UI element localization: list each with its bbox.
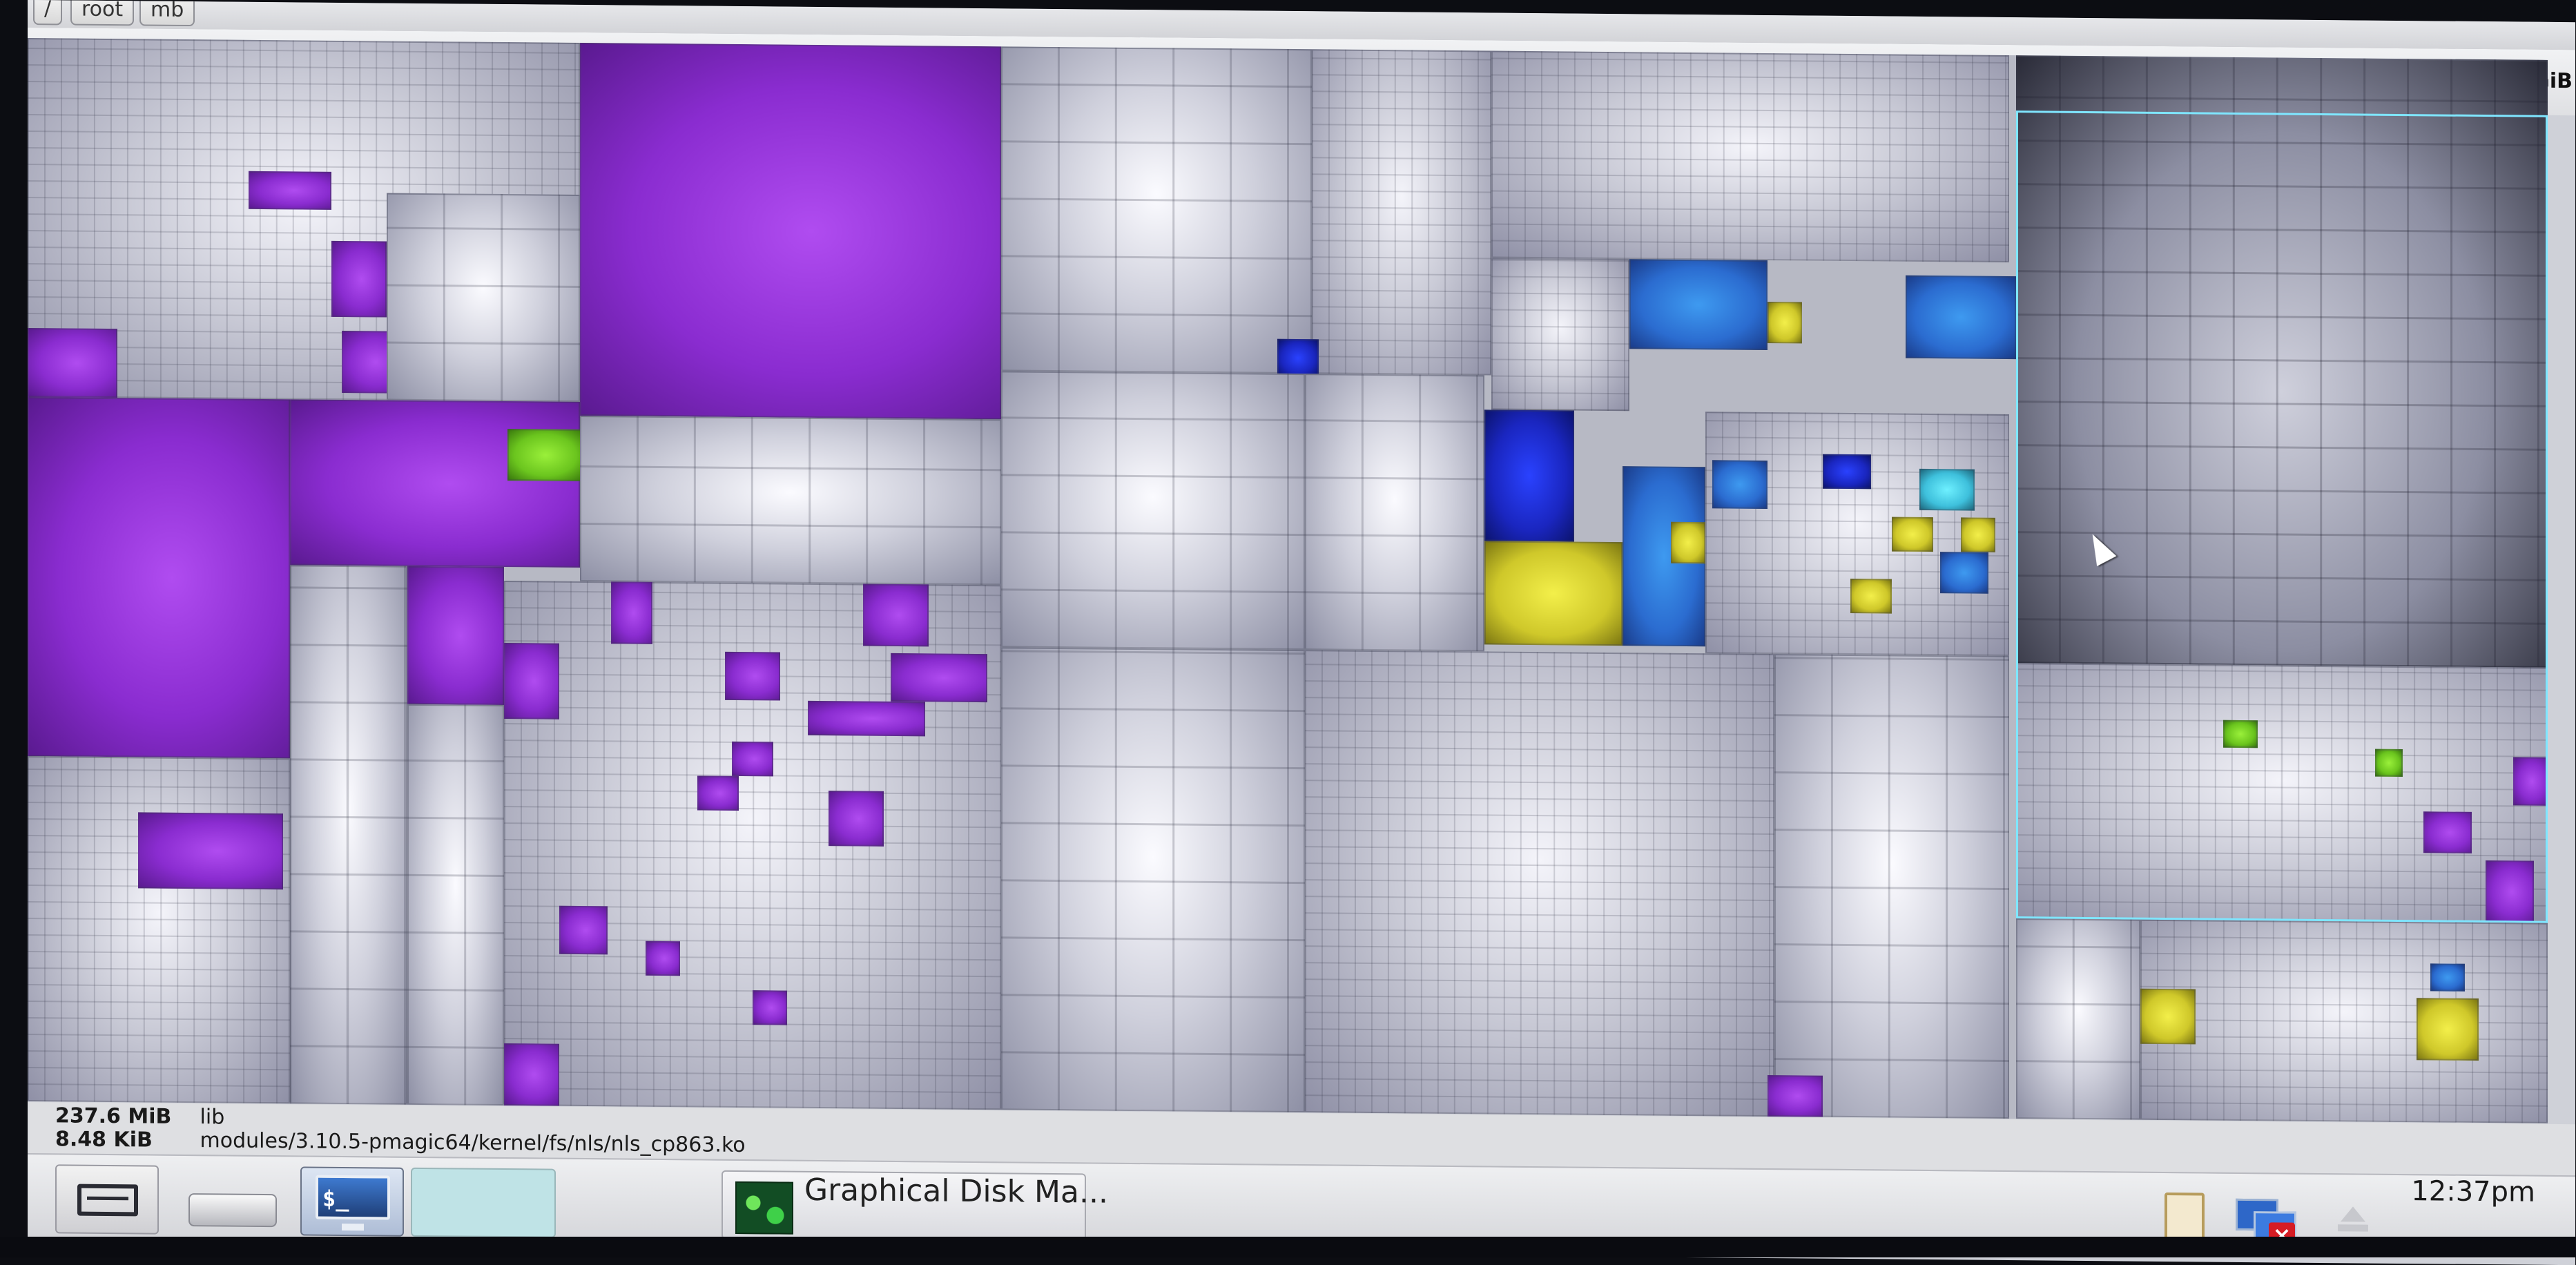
terminal-launcher-button[interactable]: $_ xyxy=(300,1166,404,1237)
status-size: 237.6 MiB xyxy=(55,1103,172,1129)
treemap-tile-blue[interactable] xyxy=(1940,552,1988,594)
status-size: 8.48 KiB xyxy=(55,1127,153,1152)
drive-icon xyxy=(188,1193,277,1228)
desktop-pager-button[interactable] xyxy=(411,1167,556,1238)
treemap-tile[interactable] xyxy=(1774,654,2009,1119)
treemap-tile-blue[interactable] xyxy=(2430,963,2465,992)
crumb-root[interactable]: root xyxy=(70,0,135,26)
treemap-tile[interactable] xyxy=(1001,46,1312,374)
treemap-tile-blue[interactable] xyxy=(1712,460,1768,509)
eject-bar xyxy=(2338,1224,2368,1232)
treemap-tile-purple[interactable] xyxy=(331,240,387,318)
treemap-tile[interactable] xyxy=(290,565,407,1105)
treemap-tile[interactable] xyxy=(580,415,1001,586)
terminal-stand xyxy=(342,1223,364,1231)
treemap-tile-purple[interactable] xyxy=(28,328,117,398)
disk-treemap[interactable] xyxy=(28,38,2548,1123)
status-name: modules/3.10.5-pmagic64/kernel/fs/nls/nl… xyxy=(200,1128,746,1158)
status-row-directory: 237.6 MiB lib xyxy=(55,1103,224,1130)
treemap-tile-purple[interactable] xyxy=(891,653,987,703)
treemap-tile-purple[interactable] xyxy=(725,651,780,701)
treemap-tile[interactable] xyxy=(387,193,580,402)
clipboard-icon[interactable] xyxy=(2165,1192,2205,1243)
status-name: lib xyxy=(200,1105,225,1130)
treemap-tile[interactable] xyxy=(1305,374,1484,652)
treemap-tile-yellow[interactable] xyxy=(1850,579,1892,614)
taskbar-app-label: Graphical Disk Ma... xyxy=(804,1172,1108,1210)
treemap-tile-purple[interactable] xyxy=(808,700,925,737)
treemap-tile[interactable] xyxy=(1491,258,1629,412)
selected-directory-frame xyxy=(2016,110,2548,923)
treemap-tile-blue[interactable] xyxy=(1823,454,1871,490)
treemap-tile[interactable] xyxy=(2016,918,2140,1120)
treemap-tile-yellow[interactable] xyxy=(1671,521,1705,564)
treemap-tile-blue[interactable] xyxy=(1629,259,1768,350)
treemap-tile-cyan[interactable] xyxy=(1919,468,1975,511)
crumb-root-slash[interactable]: / xyxy=(33,0,63,26)
treemap-tile-blue[interactable] xyxy=(1277,338,1319,378)
terminal-icon: $_ xyxy=(316,1175,390,1220)
treemap-tile-purple[interactable] xyxy=(580,42,1001,420)
treemap-tile-purple[interactable] xyxy=(28,397,290,759)
treemap-tile-purple[interactable] xyxy=(407,566,504,706)
treemap-tile-purple[interactable] xyxy=(504,643,559,720)
treemap-tile-purple[interactable] xyxy=(829,791,884,847)
treemap-tile-purple[interactable] xyxy=(863,583,929,647)
treemap-tile[interactable] xyxy=(28,756,290,1104)
eject-triangle xyxy=(2341,1206,2365,1222)
treemap-tile[interactable] xyxy=(1491,50,2009,263)
treemap-tile-yellow[interactable] xyxy=(2417,998,2479,1061)
treemap-tile-yellow[interactable] xyxy=(1961,517,1995,552)
treemap-tile-purple[interactable] xyxy=(697,775,739,811)
treemap-tile-purple[interactable] xyxy=(732,741,773,777)
treemap-tile[interactable] xyxy=(407,704,504,1106)
treemap-tile-purple[interactable] xyxy=(559,905,608,955)
treemap-tile[interactable] xyxy=(1305,650,1774,1117)
treemap-tile-purple[interactable] xyxy=(249,171,331,210)
menu-icon xyxy=(77,1184,138,1217)
treemap-tile-blue[interactable] xyxy=(1484,409,1574,542)
treemap-tile[interactable] xyxy=(1001,647,1305,1113)
crumb-mb[interactable]: mb xyxy=(139,0,195,27)
treemap-tile-yellow[interactable] xyxy=(1484,541,1623,646)
treemap-tile[interactable] xyxy=(1001,371,1305,650)
treemap-tile-purple[interactable] xyxy=(753,990,787,1025)
treemap-tile-purple[interactable] xyxy=(290,399,580,568)
network-icon[interactable]: × xyxy=(2230,1193,2299,1249)
treemap-tile-purple[interactable] xyxy=(1768,1074,1823,1117)
treemap-tile[interactable] xyxy=(1312,49,1491,376)
treemap-tile-purple[interactable] xyxy=(611,581,652,644)
treemap-tile-yellow[interactable] xyxy=(1768,301,1802,344)
treemap-tile-purple[interactable] xyxy=(138,812,283,890)
treemap-tile-blue[interactable] xyxy=(1906,275,2016,360)
start-menu-button[interactable] xyxy=(55,1164,159,1235)
drive-launcher-button[interactable] xyxy=(176,1166,287,1235)
treemap-tile-yellow[interactable] xyxy=(2140,988,2196,1045)
treemap-tile-purple[interactable] xyxy=(646,940,680,976)
taskbar-clock[interactable]: 12:37pm xyxy=(2411,1175,2535,1208)
treemap-tile-purple[interactable] xyxy=(504,1043,559,1106)
status-row-file: 8.48 KiB modules/3.10.5-pmagic64/kernel/… xyxy=(55,1127,746,1158)
taskbar-app-button[interactable]: Graphical Disk Ma... xyxy=(722,1170,1108,1243)
screen: / root mb 1.20 GiB xyxy=(28,0,2575,1265)
monitor-bezel xyxy=(0,1237,2576,1257)
treemap-tile-green[interactable] xyxy=(507,429,583,482)
disk-map-app-icon xyxy=(735,1181,793,1235)
treemap-tile-yellow[interactable] xyxy=(1892,516,1933,552)
treemap-tile[interactable] xyxy=(2140,919,2548,1123)
